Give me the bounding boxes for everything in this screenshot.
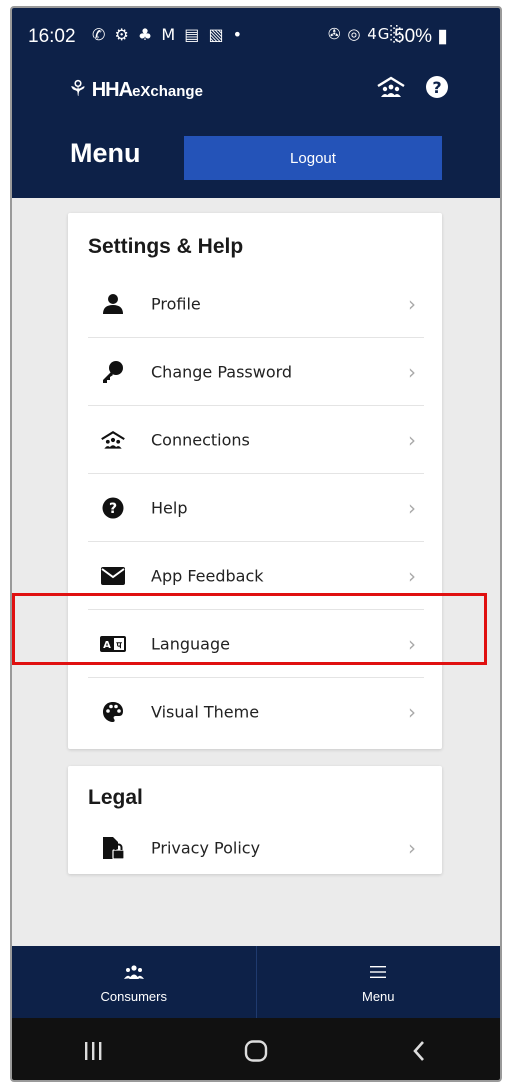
highlight-annotation-box [12,593,487,665]
menu-item-label: Profile [151,294,201,313]
person-icon [100,291,126,317]
logout-button[interactable]: Logout [184,136,442,180]
tab-label: Menu [361,988,395,1004]
menu-item-label: App Feedback [151,566,264,585]
chevron-right-icon: › [408,836,416,860]
top-header: 16:02 ✆ ⚙ ♣ M ▤ ▧ • ✇ ◎ 4G░ 50% ▮ ⚘ HHAeX… [12,8,500,198]
signal-icons: ✇ ◎ 4G░ [328,25,403,43]
page-title: Menu [70,138,141,168]
recent-apps-icon [85,1042,102,1060]
menu-item-privacy-policy[interactable]: Privacy Policy › [88,818,424,874]
connections-icon [100,427,126,453]
chevron-right-icon: › [408,359,416,384]
chevron-right-icon: › [408,700,416,724]
tab-consumers[interactable]: Consumers [12,946,256,1018]
system-navigation-bar [12,1018,500,1080]
menu-item-connections[interactable]: Connections › [88,406,424,474]
svg-text:?: ? [109,501,117,517]
back-button[interactable] [337,1018,500,1080]
connections-header-icon[interactable] [376,76,406,98]
bottom-tab-bar: Consumers Menu [12,946,500,1018]
help-header-icon[interactable]: ? [426,76,448,98]
menu-item-label: Connections [151,430,250,449]
menu-item-label: Change Password [151,362,293,381]
palette-icon [100,699,126,725]
question-circle-icon: ? [100,495,126,521]
battery-text: 50% [394,26,433,47]
logo-text-small: eXchange [132,83,203,100]
tab-label: Consumers [100,988,167,1004]
notification-icons: ✆ ⚙ ♣ M ▤ ▧ • [92,25,245,44]
menu-item-change-password[interactable]: Change Password › [88,338,424,406]
phone-screen: 16:02 ✆ ⚙ ♣ M ▤ ▧ • ✇ ◎ 4G░ 50% ▮ ⚘ HHAeX… [10,6,502,1082]
back-icon [412,1041,424,1061]
settings-help-card: Settings & Help Profile › Change Passwor… [68,213,442,749]
chevron-right-icon: › [408,495,416,520]
recent-apps-button[interactable] [12,1018,175,1080]
legal-card: Legal Privacy Policy › [68,766,442,874]
envelope-icon [100,563,126,589]
home-button[interactable] [175,1018,338,1080]
consumers-icon [123,961,144,983]
menu-item-label: Privacy Policy [151,838,261,858]
hhaexchange-logo: ⚘ HHAeXchange [68,76,203,102]
logo-mark-icon: ⚘ [68,76,88,101]
menu-item-visual-theme[interactable]: Visual Theme › [88,678,424,746]
menu-item-label: Help [151,498,188,517]
logo-text-strong: HHA [91,79,133,101]
menu-header: Menu Logout [64,126,444,190]
chevron-right-icon: › [408,563,416,588]
document-lock-icon [100,835,126,861]
tab-menu[interactable]: Menu [255,946,501,1018]
key-icon [100,359,126,385]
battery-icon: ▮ [437,26,448,47]
menu-item-help[interactable]: ? Help › [88,474,424,542]
legal-section-title: Legal [88,786,143,809]
hamburger-icon [370,961,387,983]
status-time: 16:02 [28,26,76,47]
chevron-right-icon: › [408,427,416,452]
header-actions: ? [376,76,448,98]
brand-row: ⚘ HHAeXchange ? [12,70,500,110]
home-icon [244,1040,268,1062]
menu-item-profile[interactable]: Profile › [88,270,424,338]
battery-level: 50% ▮ [394,25,448,48]
chevron-right-icon: › [408,291,416,316]
menu-item-label: Visual Theme [151,702,260,722]
status-bar: 16:02 ✆ ⚙ ♣ M ▤ ▧ • ✇ ◎ 4G░ 50% ▮ [12,8,500,68]
settings-section-title: Settings & Help [88,235,244,258]
